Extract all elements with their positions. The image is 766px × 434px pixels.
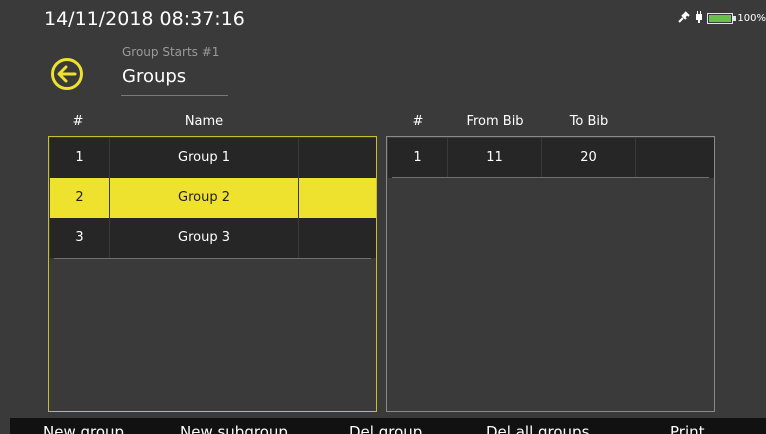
groups-table: 1 Group 1 2 Group 2 3 Group 3 <box>48 136 377 412</box>
groups-row-num: 3 <box>50 218 110 258</box>
subgroups-row-1[interactable]: 1 11 20 <box>388 138 714 178</box>
subgroups-col-num-header: # <box>412 114 424 129</box>
subgroups-row-num: 1 <box>388 138 448 178</box>
screen: 14/11/2018 08:37:16 100% Group Starts #1… <box>0 0 766 434</box>
groups-row-1[interactable]: 1 Group 1 <box>50 138 376 178</box>
groups-row-extra <box>299 178 376 218</box>
subgroups-table-end-divider <box>392 177 709 178</box>
subgroups-row-from: 11 <box>448 138 542 178</box>
subgroups-table: 1 11 20 <box>386 136 715 412</box>
title-underline <box>121 95 228 96</box>
page-title: Groups <box>122 66 187 87</box>
subgroups-col-from-header: From Bib <box>466 114 524 129</box>
new-subgroup-button[interactable]: New subgroup <box>180 418 288 434</box>
battery-icon <box>707 12 737 24</box>
print-button[interactable]: Print <box>670 418 705 434</box>
groups-col-num-header: # <box>72 114 84 129</box>
groups-row-extra <box>299 138 376 178</box>
plug-icon <box>695 10 703 27</box>
groups-col-name-header: Name <box>184 114 224 129</box>
back-button[interactable] <box>50 57 84 91</box>
page-subtitle: Group Starts #1 <box>122 45 220 59</box>
subgroups-row-to: 20 <box>542 138 636 178</box>
datetime: 14/11/2018 08:37:16 <box>44 8 245 30</box>
groups-row-name: Group 2 <box>110 178 299 218</box>
satellite-icon <box>677 10 691 27</box>
groups-row-name: Group 3 <box>110 218 299 258</box>
del-all-groups-button[interactable]: Del all groups <box>486 418 589 434</box>
new-group-button[interactable]: New group <box>43 418 124 434</box>
status-area: 100% <box>677 10 766 26</box>
subgroups-row-extra <box>636 138 714 178</box>
groups-row-extra <box>299 218 376 258</box>
del-group-button[interactable]: Del group <box>349 418 422 434</box>
subgroups-col-to-header: To Bib <box>569 114 609 129</box>
groups-row-3[interactable]: 3 Group 3 <box>50 218 376 258</box>
groups-row-num: 2 <box>50 178 110 218</box>
battery-text: 100% <box>737 12 766 24</box>
back-arrow-icon <box>51 58 83 90</box>
groups-row-num: 1 <box>50 138 110 178</box>
groups-row-name: Group 1 <box>110 138 299 178</box>
groups-table-end-divider <box>54 258 371 259</box>
groups-row-2-selected[interactable]: 2 Group 2 <box>50 178 376 218</box>
